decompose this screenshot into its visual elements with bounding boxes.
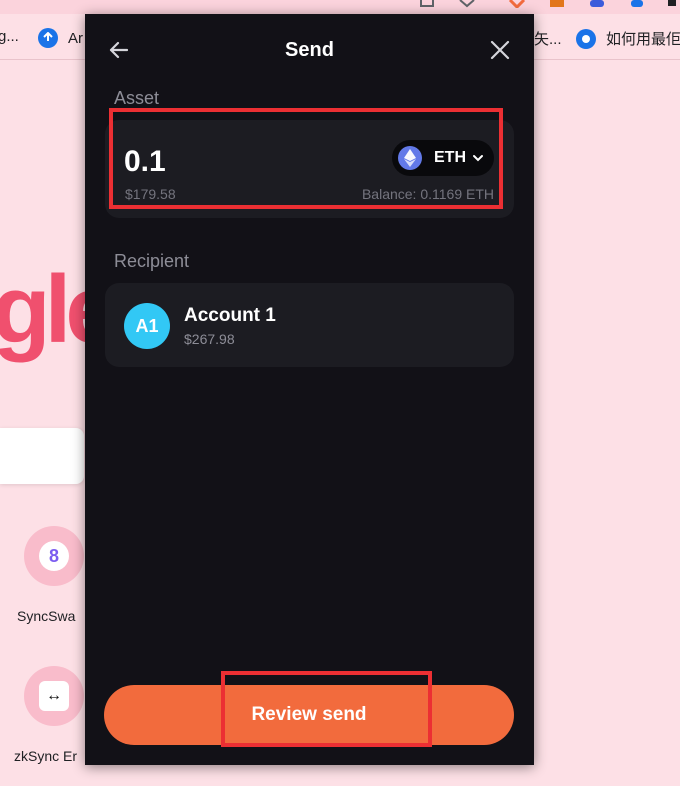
search-input[interactable]: [0, 428, 84, 484]
bookmark-item[interactable]: 矢...: [534, 28, 562, 49]
extension-globe-icon[interactable]: [588, 0, 606, 8]
syncswap-icon: 8: [39, 541, 69, 571]
recipient-card[interactable]: A1 Account 1 $267.98: [105, 283, 514, 367]
bookmark-item[interactable]: 如何用最佢: [576, 28, 680, 49]
extension-circle-icon[interactable]: [628, 0, 646, 8]
shortcut-label: zkSync Er: [14, 748, 78, 764]
page-title: Send: [285, 39, 334, 61]
token-balance: Balance: 0.1169 ETH: [361, 186, 494, 202]
token-symbol: ETH: [434, 149, 466, 166]
account-balance: $267.98: [184, 331, 235, 347]
account-name: Account 1: [184, 305, 276, 326]
puzzle-icon[interactable]: [664, 0, 680, 8]
recipient-label: Recipient: [114, 251, 190, 271]
close-icon: [490, 40, 510, 60]
popup-header: Send: [85, 14, 534, 86]
upload-icon: [38, 28, 58, 48]
shortcut-zksync[interactable]: ↔: [24, 666, 84, 726]
shortcut-label: SyncSwa: [17, 608, 76, 624]
star-icon[interactable]: [458, 0, 476, 8]
browser-tab-strip: [0, 0, 680, 14]
metamask-icon[interactable]: [548, 0, 566, 8]
extension-fox-icon[interactable]: [508, 0, 526, 8]
bookmark-item[interactable]: g...: [0, 28, 19, 45]
ethereum-icon: [398, 146, 422, 170]
wallet-send-popup: Send Asset $179.58 ETH Balance: 0.1169 E…: [85, 14, 534, 765]
chevron-down-icon: [473, 155, 483, 162]
asset-card: $179.58 ETH Balance: 0.1169 ETH: [105, 120, 514, 218]
fiat-value: $179.58: [125, 186, 176, 202]
avatar: A1: [124, 303, 170, 349]
zksync-icon: ↔: [39, 681, 69, 711]
amount-input[interactable]: [124, 145, 324, 179]
asset-label: Asset: [114, 88, 160, 108]
bookmark-item[interactable]: Ar: [38, 28, 83, 48]
lock-icon: [576, 28, 596, 49]
shortcut-syncswap[interactable]: 8: [24, 526, 84, 586]
share-icon[interactable]: [418, 0, 436, 8]
review-send-button[interactable]: Review send: [104, 685, 514, 745]
close-button[interactable]: [486, 36, 514, 64]
token-selector[interactable]: ETH: [392, 140, 494, 176]
